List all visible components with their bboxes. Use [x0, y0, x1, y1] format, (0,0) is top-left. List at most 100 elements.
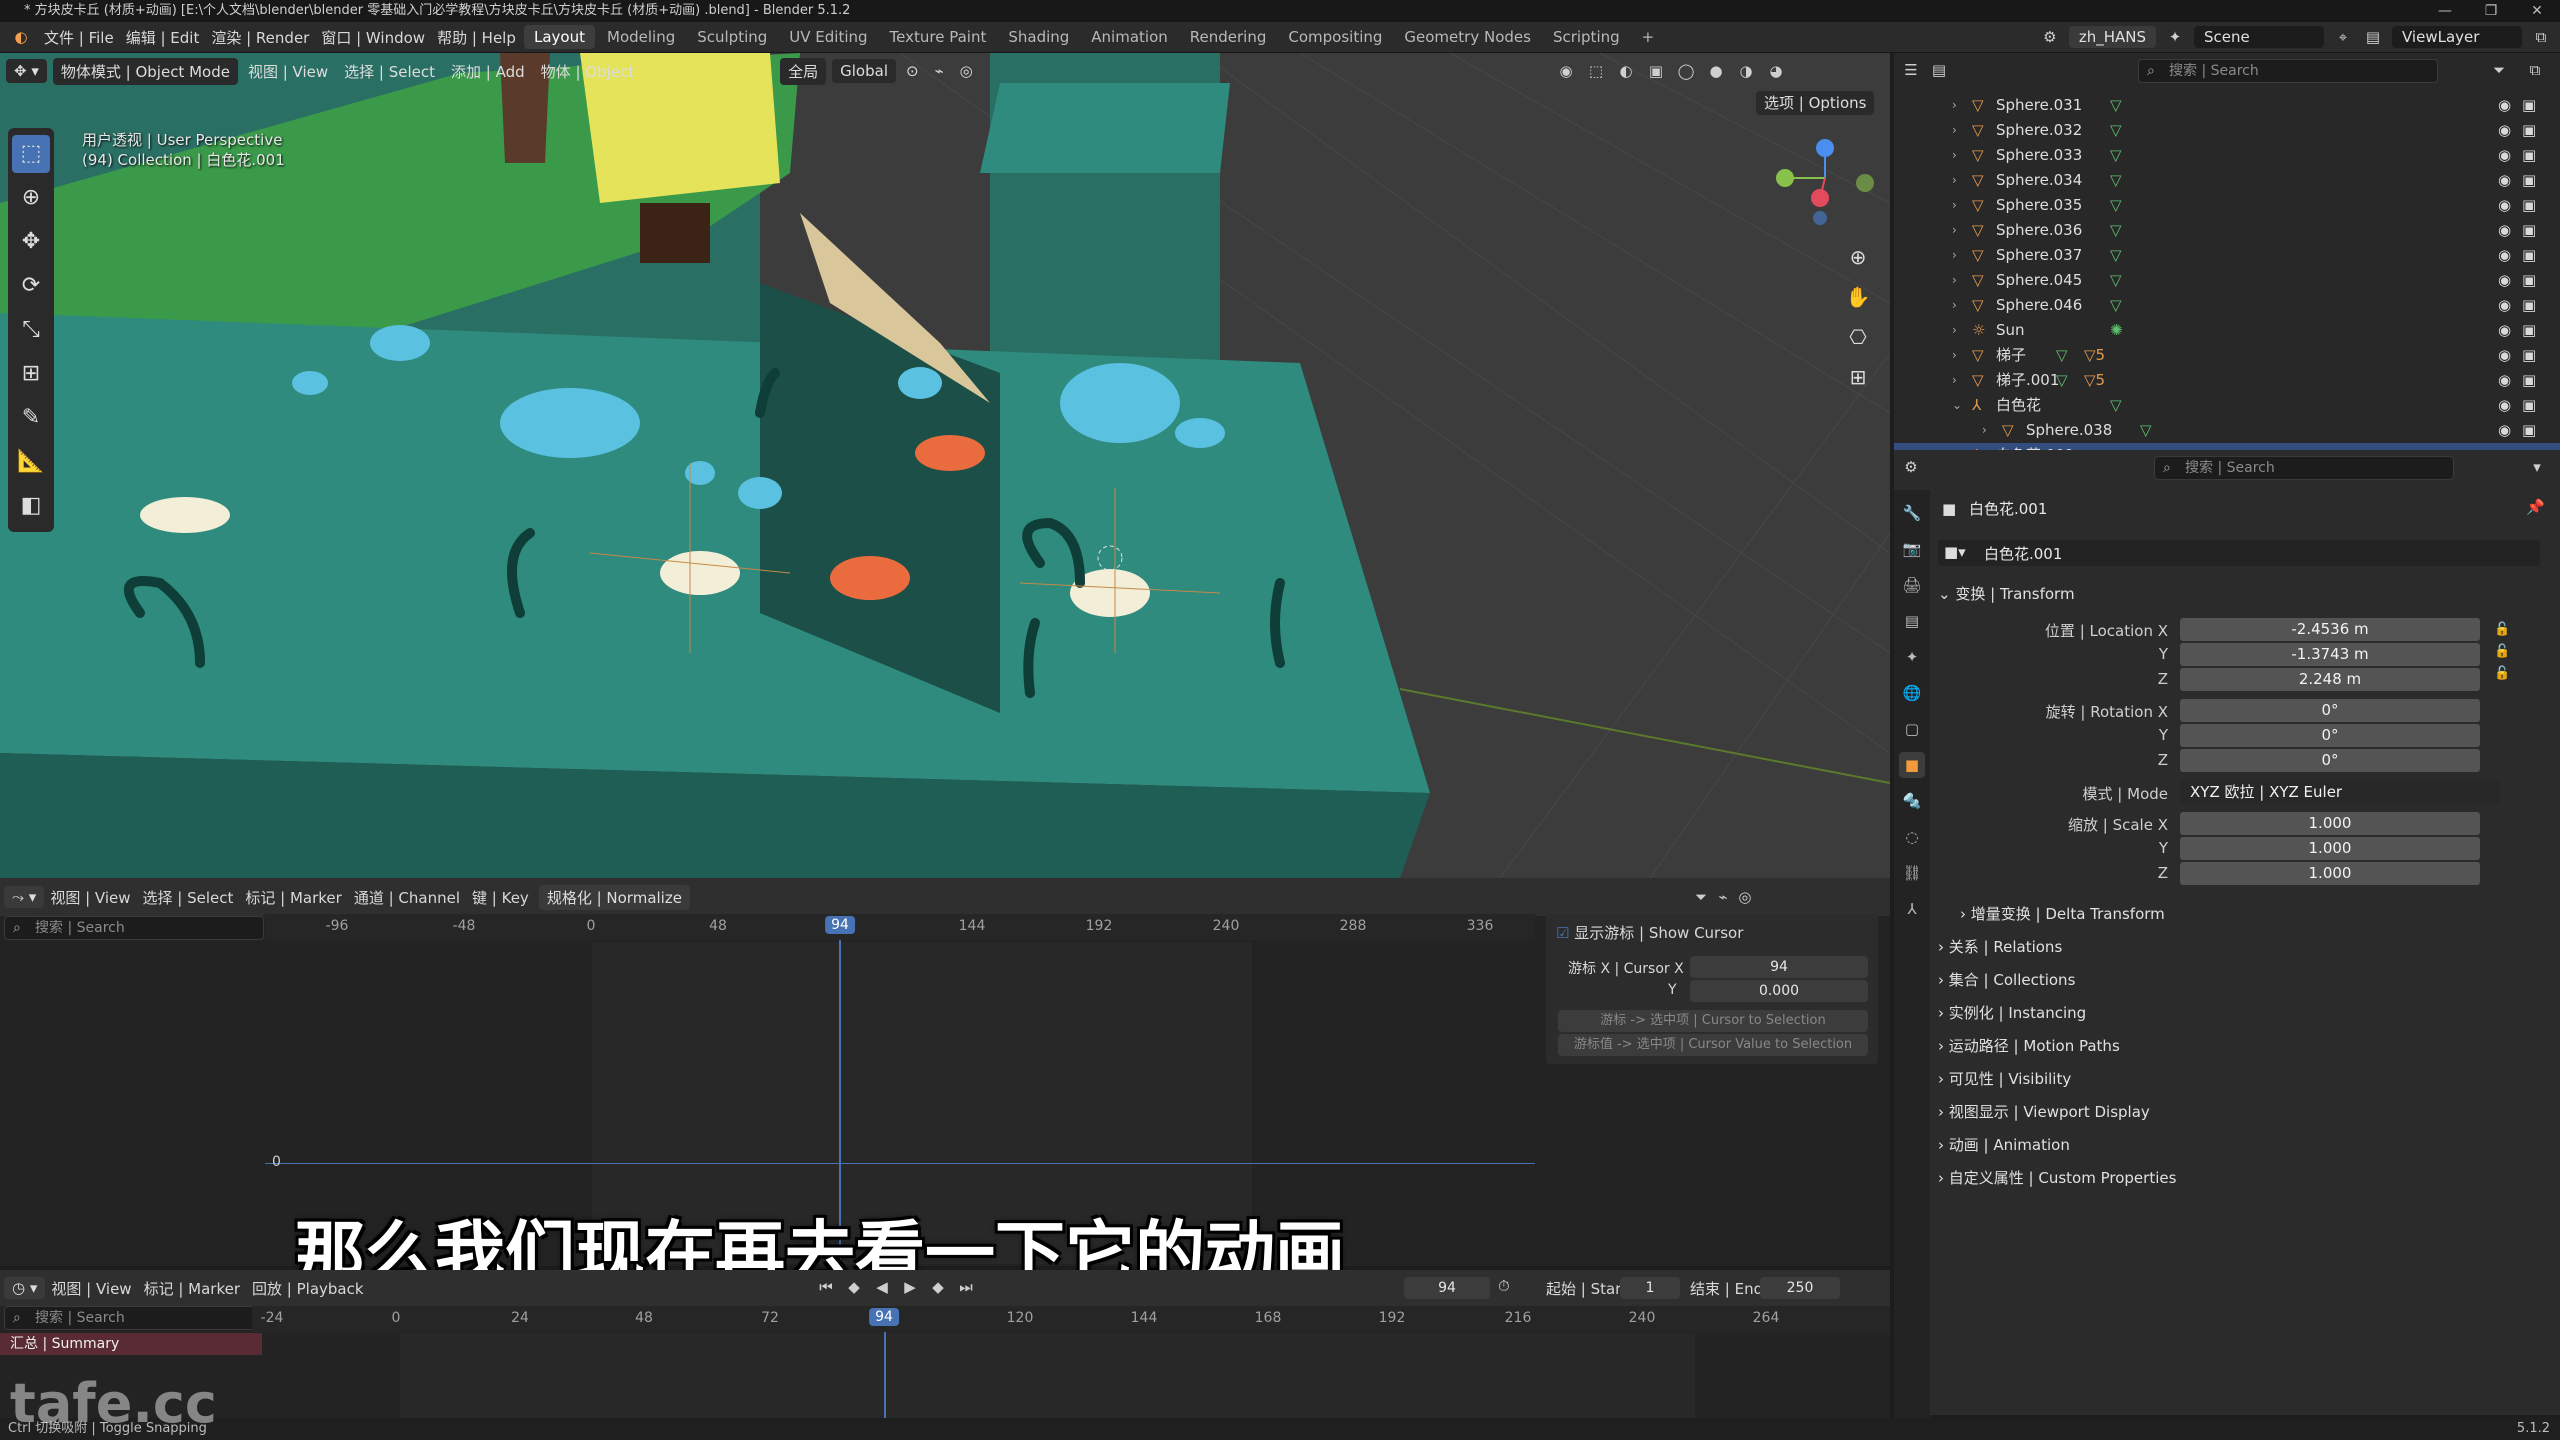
outliner-filter-icon[interactable]: ⏷ [2488, 59, 2510, 81]
menu-window[interactable]: 窗口 | Window [315, 27, 431, 48]
render-camera-icon[interactable]: ▣ [2522, 268, 2536, 293]
tool-tab-icon[interactable]: 🔧 [1899, 500, 1925, 526]
visibility-eye-icon[interactable]: ◉ [2498, 93, 2511, 118]
world-tab-icon[interactable]: 🌐 [1899, 680, 1925, 706]
pin-icon[interactable]: ⌖ [2332, 26, 2354, 48]
expand-arrow-icon[interactable]: › [1952, 243, 1957, 268]
timeline-menu-view[interactable]: 视图 | View [45, 1278, 137, 1299]
expand-arrow-icon[interactable]: › [1952, 218, 1957, 243]
cursor-y-field[interactable]: 0.000 [1690, 980, 1868, 1002]
current-frame-field[interactable]: 94 [1404, 1277, 1490, 1299]
graph-current-frame[interactable]: 94 [825, 916, 855, 934]
visibility-eye-icon[interactable]: ◉ [2498, 293, 2511, 318]
render-camera-icon[interactable]: ▣ [2522, 293, 2536, 318]
show-cursor-checkbox[interactable]: ☑ [1556, 924, 1569, 942]
lock-icon[interactable]: 🔓 [2494, 666, 2510, 681]
view-layer-selector[interactable]: ViewLayer [2392, 26, 2522, 48]
rotation-y-field[interactable]: 0° [2180, 724, 2480, 747]
render-camera-icon[interactable]: ▣ [2522, 393, 2536, 418]
physics-tab-icon[interactable]: ◌ [1899, 824, 1925, 850]
visibility-eye-icon[interactable]: ◉ [2498, 118, 2511, 143]
annotate-tool-icon[interactable]: ✎ [12, 399, 50, 437]
data-tab-icon[interactable]: ⅄ [1899, 896, 1925, 922]
render-tab-icon[interactable]: 📷 [1899, 536, 1925, 562]
properties-search-input[interactable]: 搜索 | Search [2154, 456, 2454, 480]
expand-arrow-icon[interactable]: › [1952, 343, 1957, 368]
menu-help[interactable]: 帮助 | Help [431, 27, 522, 48]
expand-arrow-icon[interactable]: › [1982, 418, 1987, 443]
outliner-item-name[interactable]: Sphere.032 [1996, 118, 2082, 143]
graph-menu-channel[interactable]: 通道 | Channel [348, 887, 466, 908]
pan-hand-icon[interactable]: ✋ [1843, 282, 1873, 312]
visibility-eye-icon[interactable]: ◉ [2498, 143, 2511, 168]
camera-view-icon[interactable]: ⎔ [1843, 322, 1873, 352]
transform-tool-icon[interactable]: ⊞ [12, 355, 50, 393]
cursor-to-selection-button[interactable]: 游标 -> 选中项 | Cursor to Selection [1558, 1010, 1868, 1032]
visibility-eye-icon[interactable]: ◉ [2498, 193, 2511, 218]
timeline-editor-type-button[interactable]: ◷ ▾ [4, 1277, 46, 1299]
proportional-edit-icon[interactable]: ◎ [954, 59, 979, 83]
scale-y-field[interactable]: 1.000 [2180, 837, 2480, 860]
collapsed-panel-header[interactable]: › 运动路径 | Motion Paths [1938, 1032, 2540, 1060]
snap-graph-icon[interactable]: ⌁ [1712, 886, 1734, 908]
outliner-item-name[interactable]: 白色花 [1996, 393, 2041, 418]
tab-sculpting[interactable]: Sculpting [687, 25, 777, 49]
tab-animation[interactable]: Animation [1081, 25, 1177, 49]
modifier-tab-icon[interactable]: 🔩 [1899, 788, 1925, 814]
menu-object[interactable]: 物体 | Object [535, 58, 640, 85]
cursor-value-to-selection-button[interactable]: 游标值 -> 选中项 | Cursor Value to Selection [1558, 1034, 1868, 1056]
orientation-label[interactable]: 全局 [780, 57, 827, 85]
jump-end-icon[interactable]: ⏭ [955, 1276, 977, 1298]
3d-viewport[interactable] [0, 53, 1890, 878]
object-tab-icon[interactable]: ■ [1899, 752, 1925, 778]
blender-logo-icon[interactable]: ◐ [4, 26, 38, 48]
solid-shading-icon[interactable]: ● [1705, 60, 1727, 82]
outliner-row[interactable]: › ☼ Sun ✺ ◉ ▣ [1894, 318, 2560, 343]
tab-texture-paint[interactable]: Texture Paint [880, 25, 997, 49]
visibility-eye-icon[interactable]: ◉ [2498, 368, 2511, 393]
transform-panel-header[interactable]: ⌄ 变换 | Transform [1938, 580, 2540, 608]
location-x-field[interactable]: -2.4536 m [2180, 618, 2480, 641]
tab-modeling[interactable]: Modeling [597, 25, 685, 49]
menu-add[interactable]: 添加 | Add [445, 58, 531, 85]
timeline-menu-playback[interactable]: 回放 | Playback [246, 1278, 370, 1299]
menu-render[interactable]: 渲染 | Render [205, 27, 315, 48]
render-camera-icon[interactable]: ▣ [2522, 143, 2536, 168]
proportional-graph-icon[interactable]: ◎ [1734, 886, 1756, 908]
render-camera-icon[interactable]: ▣ [2522, 218, 2536, 243]
outliner-row[interactable]: › ▽ Sphere.045 ▽ ◉ ▣ [1894, 268, 2560, 293]
pin-properties-icon[interactable]: 📌 [2526, 498, 2545, 516]
constraints-tab-icon[interactable]: ⛓ [1899, 860, 1925, 886]
menu-select[interactable]: 选择 | Select [338, 58, 441, 85]
outliner-editor-type-icon[interactable]: ☰ [1900, 59, 1922, 81]
rotate-tool-icon[interactable]: ⟳ [12, 267, 50, 305]
outliner-row[interactable]: › ▽ Sphere.036 ▽ ◉ ▣ [1894, 218, 2560, 243]
outliner-row[interactable]: › ▽ 梯子 ▽ ▽5 ◉ ▣ [1894, 343, 2560, 368]
cursor-tool-icon[interactable]: ⊕ [12, 179, 50, 217]
tab-shading[interactable]: Shading [998, 25, 1079, 49]
add-workspace-button[interactable]: + [1632, 25, 1665, 49]
options-button[interactable]: 选项 | Options [1750, 91, 1875, 115]
material-shading-icon[interactable]: ◑ [1735, 60, 1757, 82]
options-label[interactable]: 选项 | Options [1756, 91, 1875, 115]
collapsed-panel-header[interactable]: › 关系 | Relations [1938, 933, 2540, 961]
editor-type-button[interactable]: ✥ ▾ [6, 59, 47, 83]
visibility-eye-icon[interactable]: ◉ [2498, 318, 2511, 343]
scale-x-field[interactable]: 1.000 [2180, 812, 2480, 835]
filter-icon[interactable]: ⏷ [1690, 886, 1712, 908]
render-camera-icon[interactable]: ▣ [2522, 368, 2536, 393]
outliner-item-name[interactable]: Sun [1996, 318, 2025, 343]
collapsed-panel-header[interactable]: › 可见性 | Visibility [1938, 1065, 2540, 1093]
graph-menu-select[interactable]: 选择 | Select [137, 887, 240, 908]
play-icon[interactable]: ▶ [899, 1276, 921, 1298]
timeline-ruler[interactable]: -24 0 24 48 72 94 120 144 168 192 216 24… [252, 1306, 1890, 1332]
outliner-item-name[interactable]: Sphere.037 [1996, 243, 2082, 268]
outliner-item-name[interactable]: Sphere.031 [1996, 93, 2082, 118]
render-camera-icon[interactable]: ▣ [2522, 93, 2536, 118]
outliner-item-name[interactable]: Sphere.038 [2026, 418, 2112, 443]
collection-tab-icon[interactable]: ▢ [1899, 716, 1925, 742]
language-selector[interactable]: zh_HANS [2068, 26, 2156, 48]
visibility-eye-icon[interactable]: ◉ [2498, 168, 2511, 193]
render-camera-icon[interactable]: ▣ [2522, 318, 2536, 343]
mode-selector[interactable]: 物体模式 | Object Mode [52, 57, 238, 85]
